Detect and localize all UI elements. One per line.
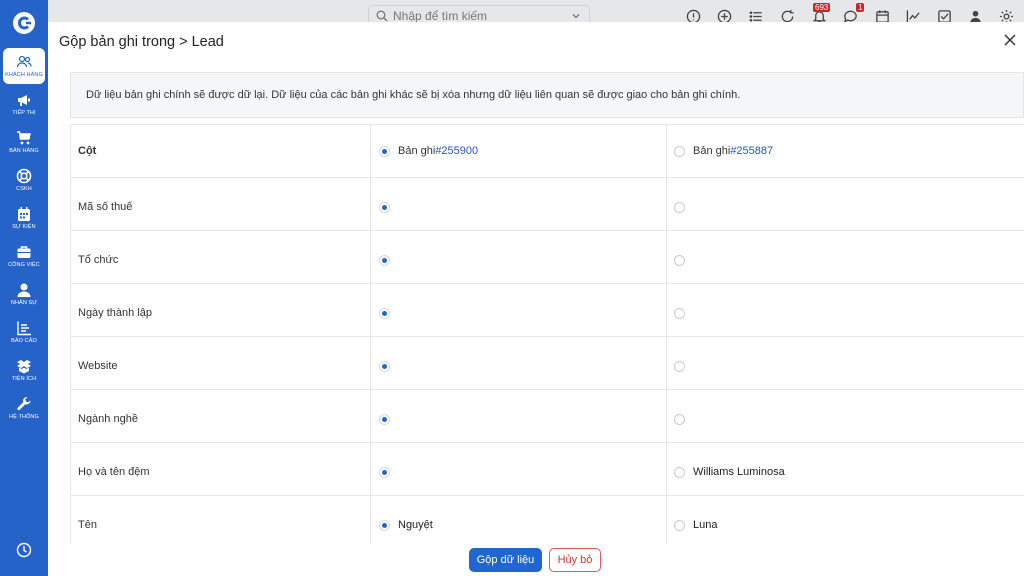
record1-field-radio[interactable] [379,466,390,478]
wrench-icon [17,396,31,410]
record2-field-radio[interactable] [674,519,685,531]
sidebar-item-label: KHÁCH HÀNG [5,71,43,78]
sidebar-item-label: BÁN HÀNG [9,147,39,154]
app-logo-icon[interactable] [12,11,36,35]
table-row: Ngành nghề [70,389,1024,443]
sidebar: KHÁCH HÀNG TIẾP THỊ BÁN HÀNG CSKH SỰ KIỆ… [0,0,48,576]
sidebar-item-tien-ich[interactable]: TIỆN ÍCH [3,352,45,388]
record1-field-radio[interactable] [379,413,390,425]
report-icon [17,321,31,335]
sidebar-item-bao-cao[interactable]: BÁO CÁO [3,314,45,350]
field-label: Website [70,336,371,390]
table-row: Họ và tên đệm Williams Luminosa [70,442,1024,496]
field-label: Ngày thành lập [70,283,371,337]
sidebar-item-label: SỰ KIỆN [12,223,36,230]
sidebar-item-label: NHÂN SỰ [10,299,38,306]
sidebar-item-label: TIỆN ÍCH [11,375,37,382]
merge-data-button[interactable]: Gộp dữ liệu [469,548,542,572]
record1-master-radio[interactable] [379,145,390,157]
megaphone-icon [18,94,30,106]
sidebar-item-label: CÔNG VIỆC [8,261,40,268]
record2-field-radio[interactable] [674,201,685,213]
field-label: Ngành nghề [70,389,371,443]
field-label: Họ và tên đệm [70,442,371,496]
sidebar-item-he-thong[interactable]: HỆ THỐNG [3,390,45,426]
record2-field-radio[interactable] [674,307,685,319]
modal-title: Gộp bản ghi trong > Lead [59,34,224,50]
record1-field-value: Nguyệt [398,519,433,531]
box-icon [17,359,31,373]
field-label: Tổ chức [70,230,371,284]
modal-footer: Gộp dữ liệu Hủy bỏ [48,544,1024,576]
merge-notice: Dữ liệu bản ghi chính sẽ được dữ lại. Dữ… [70,72,1024,118]
sidebar-item-khach-hang[interactable]: KHÁCH HÀNG [3,48,45,84]
chevron-down-icon [572,14,580,19]
table-header-row: Cột Bản ghi #255900 Bản ghi #255887 [70,124,1024,178]
record2-master-radio[interactable] [674,145,685,157]
sidebar-item-label: BÁO CÁO [11,337,37,344]
cart-icon [17,130,32,144]
record1-field-radio[interactable] [379,360,390,372]
calendar-icon [18,206,30,221]
record2-field-value: Luna [693,519,718,531]
clock-icon[interactable] [16,542,32,558]
record1-field-radio[interactable] [379,519,390,531]
sidebar-item-nhan-su[interactable]: NHÂN SỰ [3,276,45,312]
record1-field-radio[interactable] [379,201,390,213]
sidebar-item-label: TIẾP THỊ [12,109,36,116]
sidebar-item-ban-hang[interactable]: BÁN HÀNG [3,124,45,160]
record2-prefix: Bản ghi [693,145,731,157]
record1-field-radio[interactable] [379,307,390,319]
record2-id-link[interactable]: #255887 [730,145,773,157]
table-row: Website [70,336,1024,390]
cancel-button[interactable]: Hủy bỏ [549,548,601,572]
sidebar-item-cong-viec[interactable]: CÔNG VIỆC [3,238,45,274]
table-row: Tổ chức [70,230,1024,284]
record2-field-radio[interactable] [674,413,685,425]
sidebar-item-cskh[interactable]: CSKH [3,162,45,198]
close-icon[interactable] [1003,33,1017,47]
merge-table: Cột Bản ghi #255900 Bản ghi #255887 Mã số … [70,124,1024,549]
field-label: Mã số thuế [70,177,371,231]
table-row: Mã số thuế [70,177,1024,231]
table-row: Ngày thành lập [70,283,1024,337]
record2-header: Bản ghi #255887 [666,124,1024,178]
notification-count-badge: 693 [813,3,831,12]
record2-field-value: Williams Luminosa [693,466,785,478]
field-label: Tên [70,495,371,549]
sidebar-item-label: HỆ THỐNG [9,413,39,420]
support-icon [16,168,32,183]
search-icon [376,10,388,22]
record1-header: Bản ghi #255900 [370,124,667,178]
person-icon [17,283,31,297]
merge-records-modal: Gộp bản ghi trong > Lead Dữ liệu bản ghi… [48,22,1024,576]
record2-field-radio[interactable] [674,254,685,266]
sidebar-item-tiep-thi[interactable]: TIẾP THỊ [3,86,45,122]
sidebar-item-su-kien[interactable]: SỰ KIỆN [3,200,45,236]
record2-field-radio[interactable] [674,466,685,478]
column-header: Cột [70,124,371,178]
record2-field-radio[interactable] [674,360,685,372]
sidebar-item-label: CSKH [16,185,32,192]
record1-prefix: Bản ghi [398,145,436,157]
record1-id-link[interactable]: #255900 [435,145,478,157]
modal-content: Dữ liệu bản ghi chính sẽ được dữ lại. Dữ… [70,72,1024,549]
search-placeholder: Nhập để tìm kiếm [393,9,488,23]
record1-field-radio[interactable] [379,254,390,266]
table-row: Tên Nguyệt Luna [70,495,1024,549]
briefcase-icon [17,245,31,258]
users-icon [16,55,32,67]
chat-count-badge: 1 [856,3,865,12]
